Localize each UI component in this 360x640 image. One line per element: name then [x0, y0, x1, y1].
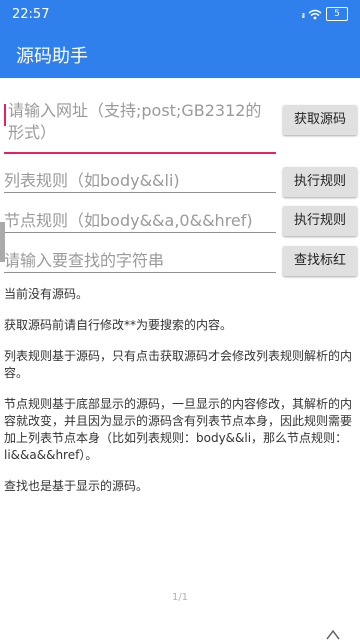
source-output: 当前没有源码。 获取源码前请自行修改**为要搜索的内容。 列表规则基于源码，只有…	[4, 286, 354, 509]
content-line: 当前没有源码。	[4, 287, 89, 301]
edge-drag-handle[interactable]	[0, 222, 5, 262]
wifi-icon	[308, 9, 322, 19]
url-input[interactable]: 请输入网址（支持;post;GB2312的形式）	[4, 100, 276, 154]
node-rule-input[interactable]: 节点规则（如body&&a,0&&href)	[4, 210, 276, 233]
content-line: 获取源码前请自行修改**为要搜索的内容。	[4, 318, 233, 332]
status-icons: ᵢₗₗ 5	[301, 7, 348, 21]
text-cursor	[4, 104, 6, 126]
status-time: 22:57	[12, 7, 50, 22]
node-rule-placeholder: 节点规则（如body&&a,0&&href)	[4, 211, 253, 230]
app-bar: 源码助手	[0, 30, 360, 78]
content-line: 列表规则基于源码，只有点击获取源码才会修改列表规则解析的内容。	[4, 349, 353, 380]
run-list-rule-button[interactable]: 执行规则	[283, 167, 357, 197]
search-input[interactable]: 请输入要查找的字符串	[4, 250, 276, 273]
scroll-up-icon[interactable]	[326, 628, 340, 640]
battery-icon: 5	[326, 7, 348, 21]
status-bar: 22:57 ᵢₗₗ 5	[0, 0, 360, 30]
search-placeholder: 请输入要查找的字符串	[4, 251, 165, 270]
app-title: 源码助手	[16, 46, 88, 67]
run-node-rule-button[interactable]: 执行规则	[283, 206, 357, 236]
page-indicator: 1/1	[171, 592, 189, 603]
find-highlight-button[interactable]: 查找标红	[283, 246, 357, 276]
content-line: 节点规则基于底部显示的源码，一旦显示的内容修改，其解析的内容就改变，并且因为显示…	[4, 397, 353, 462]
signal-icon: ᵢₗₗ	[301, 7, 305, 21]
url-input-placeholder: 请输入网址（支持;post;GB2312的形式）	[8, 101, 262, 142]
list-rule-placeholder: 列表规则（如body&&li)	[4, 171, 180, 190]
content-line: 查找也是基于显示的源码。	[4, 479, 149, 493]
fetch-source-button[interactable]: 获取源码	[283, 105, 357, 135]
list-rule-input[interactable]: 列表规则（如body&&li)	[4, 170, 276, 193]
